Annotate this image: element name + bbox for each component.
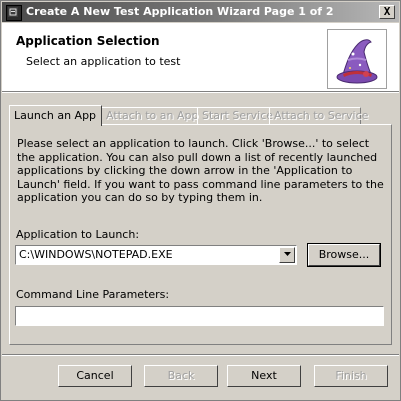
window-title: Create A New Test Application Wizard Pag… xyxy=(26,5,334,18)
application-to-launch-label: Application to Launch: xyxy=(16,228,140,241)
page-title: Application Selection xyxy=(16,34,160,48)
command-line-parameters-input[interactable] xyxy=(15,306,384,326)
header-divider xyxy=(2,92,399,93)
browse-button[interactable]: Browse... xyxy=(307,243,381,267)
page-subtitle: Select an application to test xyxy=(26,55,181,68)
cancel-button[interactable]: Cancel xyxy=(58,365,132,387)
tab-start-service[interactable]: Start Service xyxy=(197,107,273,124)
next-button[interactable]: Next xyxy=(227,365,301,387)
application-path-value: C:\WINDOWS\NOTEPAD.EXE xyxy=(19,248,173,261)
chevron-down-icon xyxy=(283,252,291,256)
title-bar[interactable]: Create A New Test Application Wizard Pag… xyxy=(2,2,399,22)
tab-attach-to-service[interactable]: Attach to Service xyxy=(269,107,368,124)
wizard-header: Application Selection Select an applicat… xyxy=(2,23,399,92)
tab-attach-to-an-app[interactable]: Attach to an App xyxy=(101,107,198,124)
tab-launch-an-app[interactable]: Launch an App xyxy=(9,105,102,126)
application-to-launch-combo[interactable]: C:\WINDOWS\NOTEPAD.EXE xyxy=(15,245,297,265)
app-icon xyxy=(6,5,22,21)
tab-strip: Launch an App Attach to an App Start Ser… xyxy=(9,105,394,126)
wizard-hat-icon xyxy=(327,29,387,89)
finish-button[interactable]: Finish xyxy=(314,365,388,387)
footer-divider xyxy=(2,354,399,356)
dropdown-arrow-button[interactable] xyxy=(279,247,295,263)
command-line-parameters-label: Command Line Parameters: xyxy=(16,288,170,301)
close-button[interactable]: X xyxy=(379,5,395,19)
instructions-text: Please select an application to launch. … xyxy=(17,137,384,204)
wizard-window: Create A New Test Application Wizard Pag… xyxy=(0,0,401,401)
launch-app-panel: Please select an application to launch. … xyxy=(9,124,392,345)
back-button[interactable]: Back xyxy=(144,365,218,387)
